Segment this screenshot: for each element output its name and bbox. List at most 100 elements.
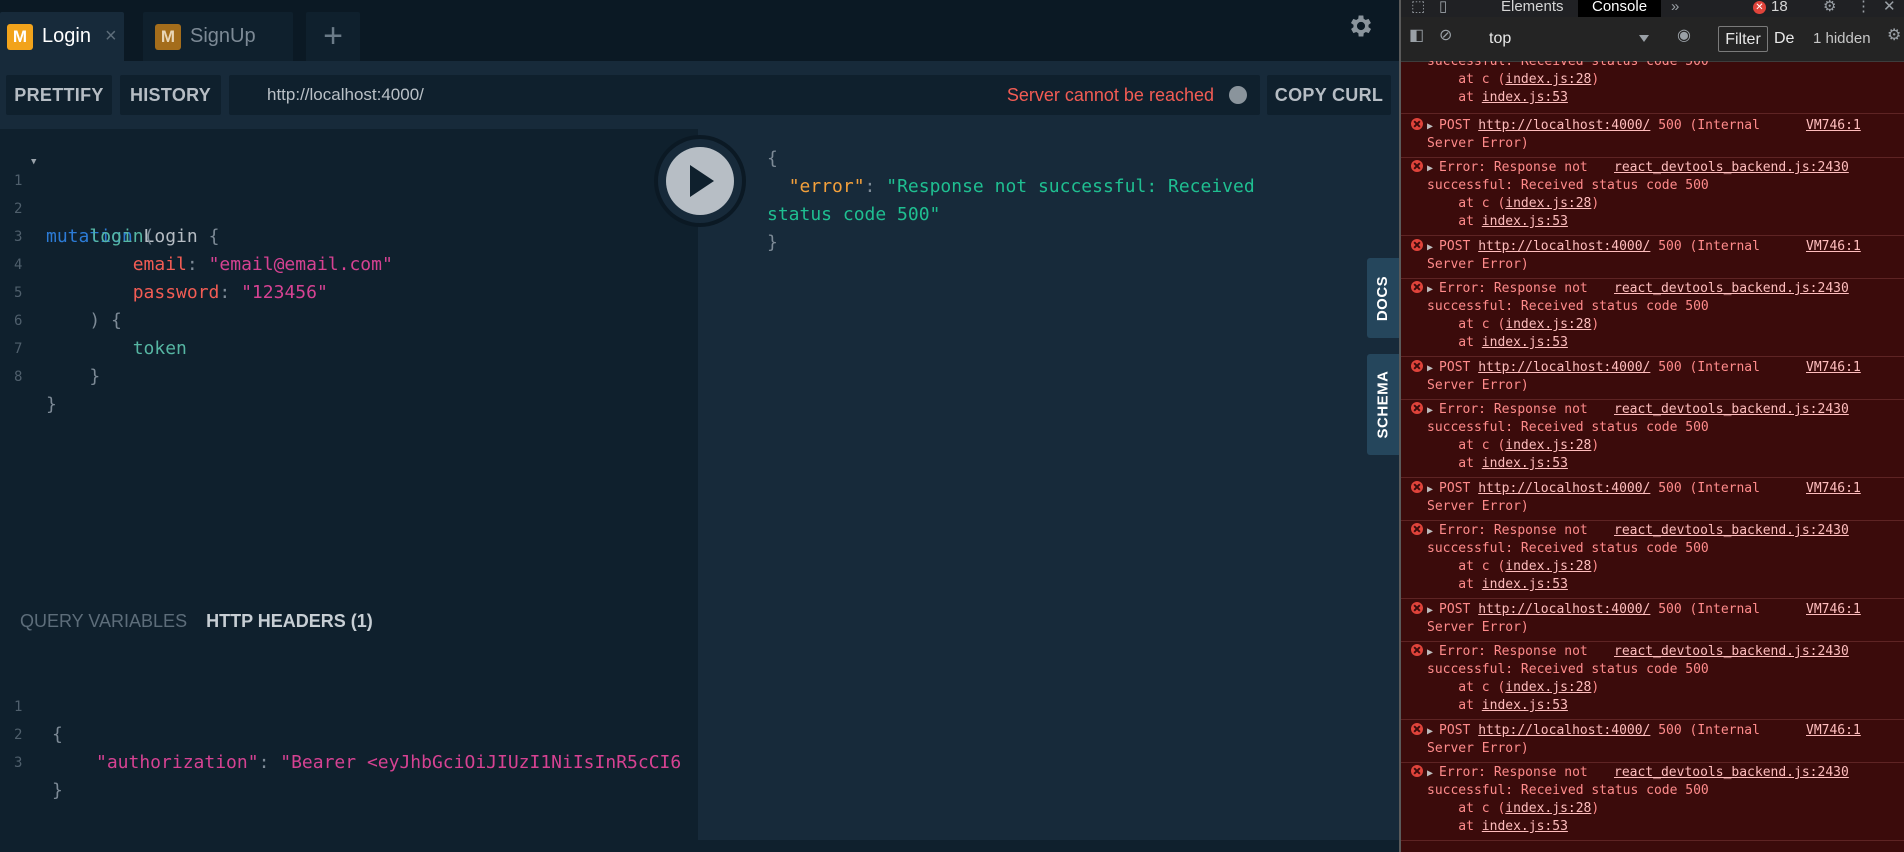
console-network-error-entry[interactable]: ▶ POST http://localhost:4000/ 500 (Inter… <box>1401 720 1904 763</box>
tab-login[interactable]: M Login × <box>0 12 124 61</box>
stack-link[interactable]: index.js:53 <box>1482 698 1568 713</box>
source-link[interactable]: VM746:1 <box>1806 359 1861 377</box>
kebab-menu-icon[interactable]: ⋮ <box>1856 0 1871 14</box>
prettify-button[interactable]: PRETTIFY <box>6 75 112 115</box>
source-link[interactable]: VM746:1 <box>1806 601 1861 619</box>
docs-side-tab[interactable]: DOCS <box>1367 258 1399 338</box>
string-value: "123456" <box>241 282 328 303</box>
schema-side-tab[interactable]: SCHEMA <box>1367 354 1399 455</box>
expand-arrow-icon[interactable]: ▶ <box>1427 526 1439 537</box>
sidebar-toggle-icon[interactable]: ◧ <box>1409 28 1424 44</box>
stack-link[interactable]: index.js:53 <box>1482 577 1568 592</box>
source-link[interactable]: VM746:1 <box>1806 238 1861 256</box>
code-line: 5 ) { <box>0 251 122 331</box>
stack-link[interactable]: index.js:28 <box>1505 680 1591 695</box>
source-link[interactable]: react_devtools_backend.js:2430 <box>1614 764 1849 782</box>
source-link[interactable]: VM746:1 <box>1806 117 1861 135</box>
execute-query-button[interactable] <box>658 139 742 223</box>
expand-arrow-icon[interactable]: ▶ <box>1427 121 1439 132</box>
copy-curl-button[interactable]: COPY CURL <box>1267 75 1391 115</box>
stack-link[interactable]: index.js:28 <box>1505 72 1591 87</box>
gear-icon[interactable]: ⚙ <box>1823 0 1836 14</box>
stack-prefix: at c ( <box>1427 559 1506 574</box>
request-url-link[interactable]: http://localhost:4000/ <box>1478 118 1650 133</box>
source-link[interactable]: react_devtools_backend.js:2430 <box>1614 643 1849 661</box>
stack-link[interactable]: index.js:28 <box>1505 317 1591 332</box>
console-network-error-entry[interactable]: ▶ POST http://localhost:4000/ 500 (Inter… <box>1401 357 1904 400</box>
stack-prefix: at <box>1427 456 1482 471</box>
close-icon[interactable]: × <box>105 25 117 48</box>
history-button[interactable]: HISTORY <box>120 75 221 115</box>
console-error-entry[interactable]: ▶ Error: Response not react_devtools_back… <box>1401 157 1904 236</box>
expand-arrow-icon[interactable]: ▶ <box>1427 405 1439 416</box>
tab-console[interactable]: Console <box>1578 0 1662 17</box>
play-icon <box>666 147 734 215</box>
add-tab-button[interactable]: + <box>306 12 360 61</box>
gear-icon[interactable] <box>1347 12 1375 40</box>
source-link[interactable]: react_devtools_backend.js:2430 <box>1614 280 1849 298</box>
line-number: 3 <box>14 755 23 771</box>
stack-link[interactable]: index.js:28 <box>1505 559 1591 574</box>
stack-link[interactable]: index.js:53 <box>1482 335 1568 350</box>
error-count[interactable]: 18 <box>1771 0 1788 14</box>
source-link[interactable]: VM746:1 <box>1806 722 1861 740</box>
console-network-error-entry[interactable]: ▶ POST http://localhost:4000/ 500 (Inter… <box>1401 599 1904 642</box>
expand-arrow-icon[interactable]: ▶ <box>1427 363 1439 374</box>
tab-http-headers[interactable]: HTTP HEADERS (1) <box>206 611 373 631</box>
punctuation: ) { <box>89 310 122 331</box>
stack-link[interactable]: index.js:53 <box>1482 214 1568 229</box>
gear-icon[interactable]: ⚙ <box>1887 28 1901 44</box>
console-error-entry[interactable]: ▶ Error: Response not react_devtools_back… <box>1401 520 1904 599</box>
console-error-entry[interactable]: ▶ Error: Response not react_devtools_back… <box>1401 641 1904 720</box>
source-link[interactable]: react_devtools_backend.js:2430 <box>1614 401 1849 419</box>
variables-tabs: QUERY VARIABLES HTTP HEADERS (1) <box>20 611 373 632</box>
expand-arrow-icon[interactable]: ▶ <box>1427 284 1439 295</box>
console-network-error-entry[interactable]: ▶ POST http://localhost:4000/ 500 (Inter… <box>1401 478 1904 521</box>
stack-link[interactable]: index.js:28 <box>1505 801 1591 816</box>
clear-console-icon[interactable]: ⊘ <box>1439 28 1452 44</box>
expand-arrow-icon[interactable]: ▶ <box>1427 242 1439 253</box>
eye-icon[interactable]: ◉ <box>1677 28 1691 44</box>
log-levels-dropdown[interactable]: De <box>1774 26 1794 52</box>
header-value: "Bearer <eyJhbGciOiJIUzI1NiIsInR5cCI6 <box>280 752 682 773</box>
request-url-link[interactable]: http://localhost:4000/ <box>1478 360 1650 375</box>
request-url-link[interactable]: http://localhost:4000/ <box>1478 602 1650 617</box>
expand-arrow-icon[interactable]: ▶ <box>1427 726 1439 737</box>
stack-link[interactable]: index.js:28 <box>1505 196 1591 211</box>
error-text: successful: Received status code 500 <box>1427 783 1709 798</box>
source-link[interactable]: react_devtools_backend.js:2430 <box>1614 159 1849 177</box>
stack-link[interactable]: index.js:53 <box>1482 819 1568 834</box>
filter-input[interactable]: Filter <box>1718 26 1768 52</box>
tab-signup[interactable]: M SignUp <box>143 12 293 61</box>
stack-suffix: ) <box>1591 801 1600 816</box>
console-network-error-entry[interactable]: ▶ POST http://localhost:4000/ 500 (Inter… <box>1401 115 1904 158</box>
more-tabs-icon[interactable]: » <box>1671 0 1679 17</box>
error-icon <box>1411 118 1423 130</box>
inspect-icon[interactable]: ⬚ <box>1411 0 1425 14</box>
expand-arrow-icon[interactable]: ▶ <box>1427 163 1439 174</box>
stack-link[interactable]: index.js:28 <box>1505 438 1591 453</box>
console-error-entry[interactable]: ▶ Error: Response not react_devtools_back… <box>1401 399 1904 478</box>
stack-link[interactable]: index.js:53 <box>1482 90 1568 105</box>
console-error-entry[interactable]: ▶ Error: Response not react_devtools_back… <box>1401 278 1904 357</box>
request-url-link[interactable]: http://localhost:4000/ <box>1478 239 1650 254</box>
request-url-link[interactable]: http://localhost:4000/ <box>1478 481 1650 496</box>
expand-arrow-icon[interactable]: ▶ <box>1427 605 1439 616</box>
expand-arrow-icon[interactable]: ▶ <box>1427 647 1439 658</box>
source-link[interactable]: react_devtools_backend.js:2430 <box>1614 522 1849 540</box>
request-url-link[interactable]: http://localhost:4000/ <box>1478 723 1650 738</box>
tab-elements[interactable]: Elements <box>1501 0 1564 17</box>
console-network-error-entry[interactable]: ▶ POST http://localhost:4000/ 500 (Inter… <box>1401 236 1904 279</box>
error-text: successful: Received status code 500 <box>1427 178 1709 193</box>
device-toolbar-icon[interactable]: ▯ <box>1439 0 1447 14</box>
endpoint-url-input[interactable]: http://localhost:4000/ Server cannot be … <box>229 75 1260 115</box>
source-link[interactable]: VM746:1 <box>1806 480 1861 498</box>
tab-query-variables[interactable]: QUERY VARIABLES <box>20 611 187 631</box>
console-error-entry[interactable]: ▶ Error: Response not react_devtools_back… <box>1401 762 1904 841</box>
expand-arrow-icon[interactable]: ▶ <box>1427 484 1439 495</box>
context-select[interactable]: top <box>1489 29 1649 49</box>
expand-arrow-icon[interactable]: ▶ <box>1427 768 1439 779</box>
query-editor[interactable]: 1 ▼ mutation Login { 2 login( 3 email: "… <box>0 129 698 591</box>
stack-link[interactable]: index.js:53 <box>1482 456 1568 471</box>
close-icon[interactable]: ✕ <box>1883 0 1896 14</box>
